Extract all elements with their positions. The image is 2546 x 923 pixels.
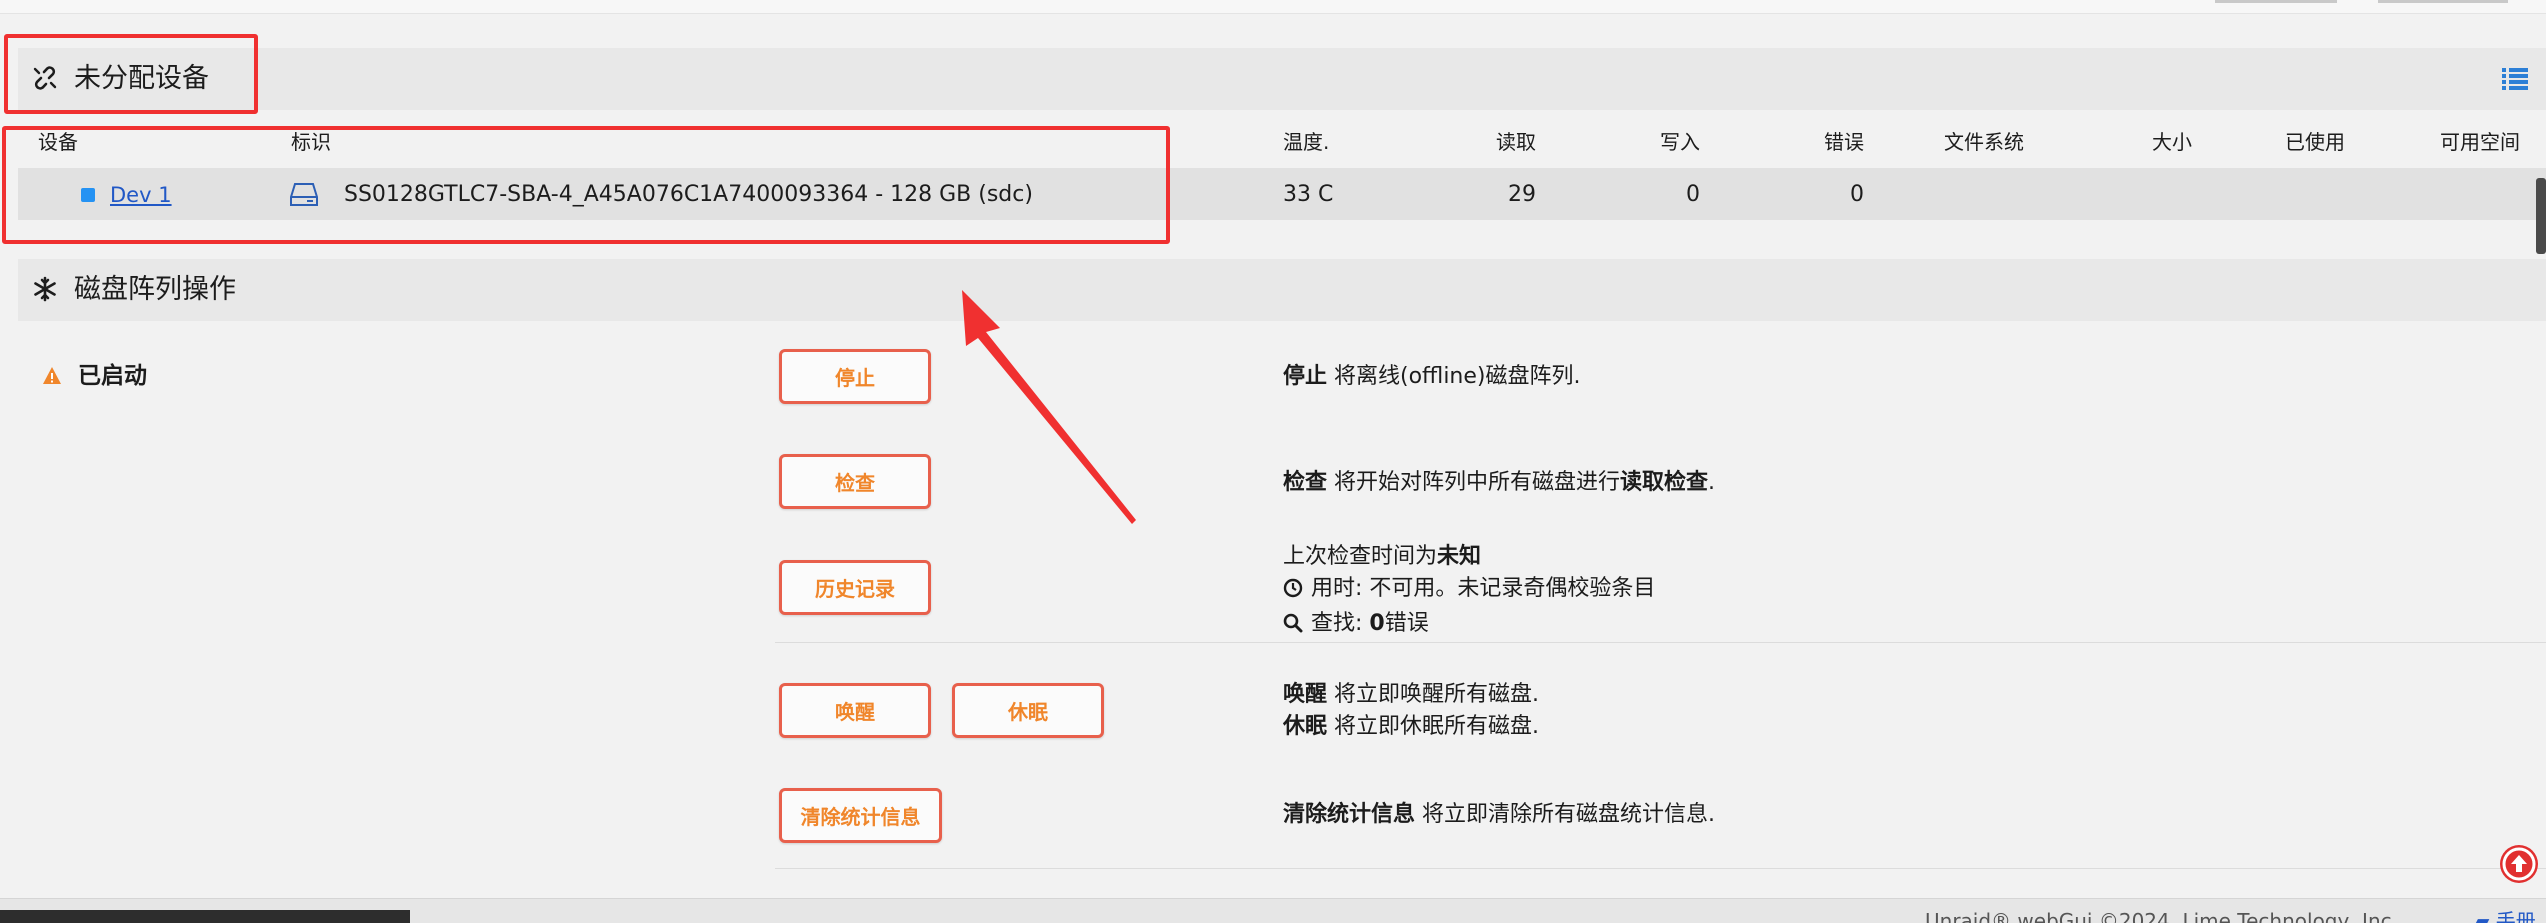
array-status: 已启动 xyxy=(78,363,147,389)
col-header-filesystem: 文件系统 xyxy=(1944,130,2024,154)
check-button[interactable]: 检查 xyxy=(779,454,931,509)
back-to-top-button[interactable] xyxy=(2500,845,2538,883)
list-view-icon[interactable] xyxy=(2502,68,2528,90)
top-scrollbar-fragment xyxy=(2378,0,2508,3)
scrollbar-thumb[interactable] xyxy=(2536,178,2546,254)
device-temperature: 33 C xyxy=(1283,182,1334,207)
arrow-up-icon xyxy=(2502,847,2536,881)
footer-manual-link[interactable]: ▰ 手册 xyxy=(2474,909,2536,923)
device-writes: 0 xyxy=(1686,182,1700,207)
divider xyxy=(775,642,2546,643)
col-header-reads: 读取 xyxy=(1496,130,1536,154)
stop-description: 停止 将离线(offline)磁盘阵列. xyxy=(1283,364,1581,389)
array-operations-title-bar: 磁盘阵列操作 xyxy=(18,259,2546,321)
array-operations-title: 磁盘阵列操作 xyxy=(74,274,236,305)
snowflake-icon xyxy=(32,276,58,308)
col-header-writes: 写入 xyxy=(1660,130,1700,154)
divider xyxy=(775,868,2546,869)
spin-down-button[interactable]: 休眠 xyxy=(952,683,1104,738)
warning-icon xyxy=(42,366,62,386)
clear-stats-button[interactable]: 清除统计信息 xyxy=(779,788,942,843)
device-errors: 0 xyxy=(1850,182,1864,207)
unassigned-devices-title-bar: 未分配设备 xyxy=(18,48,2546,110)
book-icon: ▰ xyxy=(2474,909,2490,923)
annotation-arrow xyxy=(962,290,1136,524)
spin-description: 唤醒 将立即唤醒所有磁盘. 休眠 将立即休眠所有磁盘. xyxy=(1283,682,1540,739)
col-header-errors: 错误 xyxy=(1824,130,1864,154)
search-icon xyxy=(1283,611,1303,643)
spin-up-button[interactable]: 唤醒 xyxy=(779,683,931,738)
annotation-box xyxy=(4,34,258,114)
clear-stats-description: 清除统计信息 将立即清除所有磁盘统计信息. xyxy=(1283,802,1716,827)
device-reads: 29 xyxy=(1508,182,1536,207)
check-description: 检查 将开始对阵列中所有磁盘进行读取检查. xyxy=(1283,470,1716,495)
col-header-temp: 温度. xyxy=(1283,130,1330,154)
annotation-box xyxy=(2,126,1170,244)
last-check-info: 上次检查时间为未知 用时: 不可用。未记录奇偶校验条目 查找: 0错误 xyxy=(1283,541,1655,643)
footer-copyright: Unraid® webGui ©2024, Lime Technology, I… xyxy=(1925,909,2398,923)
top-strip xyxy=(0,0,2546,14)
col-header-free: 可用空间 xyxy=(2440,130,2520,154)
top-scrollbar-fragment xyxy=(2215,0,2337,3)
history-button[interactable]: 历史记录 xyxy=(779,560,931,615)
col-header-used: 已使用 xyxy=(2285,130,2345,154)
clock-icon xyxy=(1283,576,1303,608)
col-header-size: 大小 xyxy=(2152,130,2192,154)
footer-status-bar xyxy=(0,910,410,923)
stop-button[interactable]: 停止 xyxy=(779,349,931,404)
